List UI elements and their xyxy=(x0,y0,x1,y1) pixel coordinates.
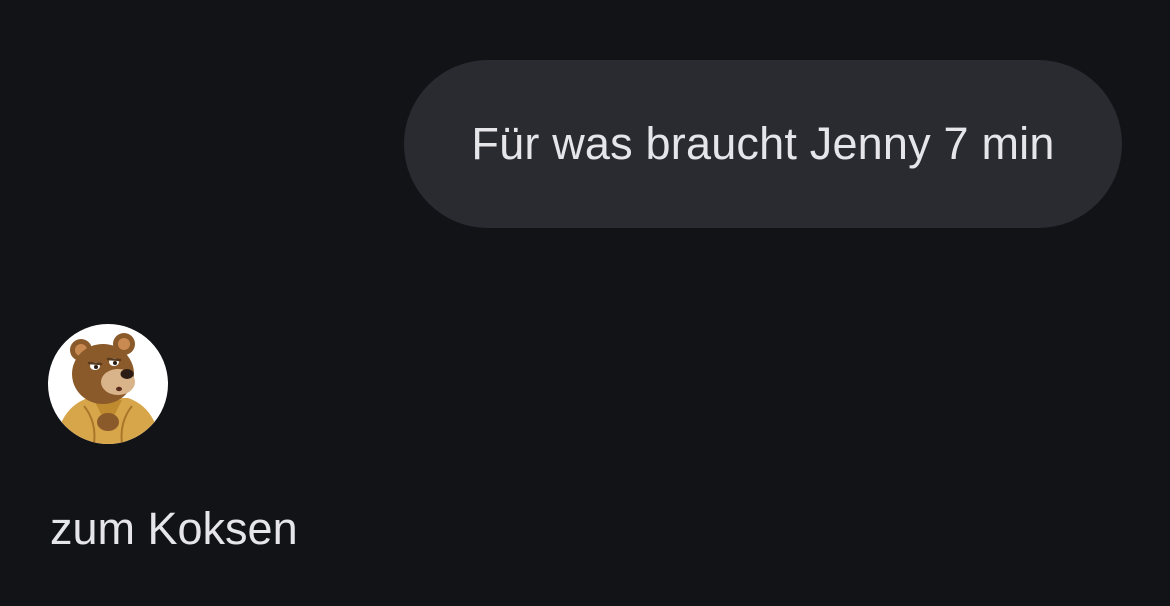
sent-message-text: Für was braucht Jenny 7 min xyxy=(471,118,1055,169)
received-message-text[interactable]: zum Koksen xyxy=(50,503,298,555)
bear-avatar-icon[interactable] xyxy=(48,324,168,444)
bear-avatar-graphic xyxy=(56,333,160,444)
sent-message-bubble[interactable]: Für was braucht Jenny 7 min xyxy=(404,60,1122,228)
chat-thread: Für was braucht Jenny 7 min zum Koksen xyxy=(0,0,1170,606)
